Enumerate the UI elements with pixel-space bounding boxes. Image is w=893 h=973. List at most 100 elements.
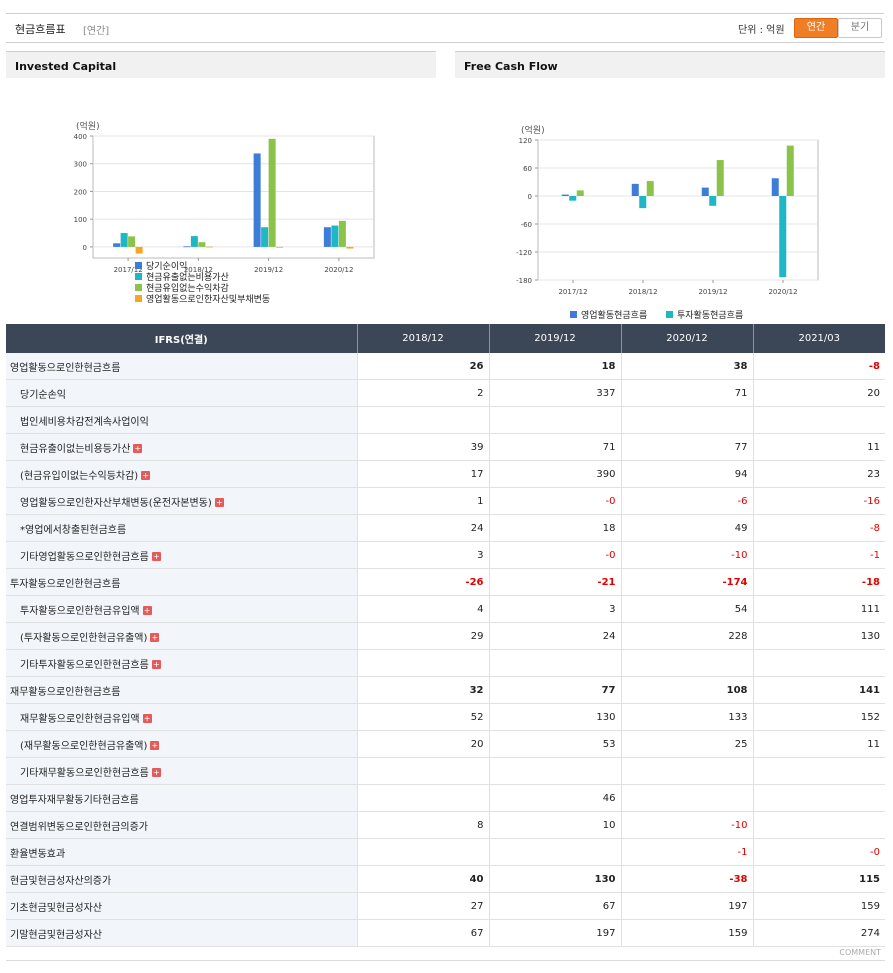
value-cell bbox=[488, 757, 621, 785]
value-cell bbox=[488, 649, 621, 677]
bar bbox=[183, 246, 191, 248]
bar bbox=[323, 227, 331, 247]
y-tick-label: -120 bbox=[516, 249, 532, 257]
value-cell: -8 bbox=[752, 353, 885, 380]
value-cell: -1 bbox=[752, 541, 885, 569]
bar bbox=[113, 243, 121, 247]
value-cell: 20 bbox=[752, 379, 885, 407]
value-cell: 2 bbox=[356, 379, 489, 407]
expand-plus-icon[interactable]: + bbox=[133, 444, 143, 453]
expand-plus-icon[interactable]: + bbox=[150, 741, 160, 750]
value-cell: 39 bbox=[356, 433, 489, 461]
table-row: 현금및현금성자산의증가 40 130 -38 115 bbox=[6, 865, 885, 893]
bar bbox=[261, 227, 269, 247]
legend-label: 영업활동으로인한자산및부채변동 bbox=[146, 293, 270, 305]
expand-plus-icon[interactable]: + bbox=[151, 552, 161, 561]
value-cell: -174 bbox=[620, 568, 753, 596]
row-label: 투자활동으로인한현금흐름 bbox=[6, 568, 357, 596]
value-cell: 115 bbox=[752, 865, 885, 893]
bar bbox=[346, 246, 354, 249]
expand-plus-icon[interactable]: + bbox=[141, 471, 151, 480]
value-cell: 130 bbox=[488, 703, 621, 731]
unit-label: 단위 : 억원 bbox=[738, 25, 785, 36]
tab-annual[interactable]: 연간 bbox=[794, 18, 838, 38]
row-label-text: 기초현금및현금성자산 bbox=[10, 902, 102, 914]
legend-label: 현금유입없는수익차감 bbox=[146, 282, 229, 294]
x-tick-label: 2017/12 bbox=[558, 288, 587, 296]
value-cell: 71 bbox=[620, 379, 753, 407]
value-cell: 3 bbox=[356, 541, 489, 569]
value-cell: 10 bbox=[488, 811, 621, 839]
value-cell: 27 bbox=[356, 892, 489, 920]
row-label: 현금유출이없는비용등가산 + bbox=[6, 433, 357, 461]
row-label-text: 법인세비용차감전계속사업이익 bbox=[20, 416, 149, 428]
legend-label: 투자활동현금흐름 bbox=[677, 309, 743, 321]
value-cell: 71 bbox=[488, 433, 621, 461]
bar bbox=[561, 194, 569, 196]
value-cell bbox=[752, 811, 885, 839]
value-cell: -1 bbox=[620, 838, 753, 866]
row-label: 기타재무활동으로인한현금흐름 + bbox=[6, 757, 357, 785]
expand-plus-icon[interactable]: + bbox=[214, 498, 224, 507]
y-tick-label: -180 bbox=[516, 277, 532, 285]
value-cell: 94 bbox=[620, 460, 753, 488]
free-cash-flow-chart: (억원)120 60 0 -60 -120 -180 2017/12 2018/12 2019/… bbox=[516, 124, 819, 321]
value-cell: 67 bbox=[356, 919, 489, 947]
row-label: (현금유입이없는수익등차감) + bbox=[6, 460, 357, 488]
value-cell: 49 bbox=[620, 514, 753, 542]
expand-plus-icon[interactable]: + bbox=[151, 768, 161, 777]
bar bbox=[701, 187, 709, 196]
bar bbox=[190, 236, 198, 247]
legend-swatch bbox=[570, 311, 577, 318]
bar bbox=[331, 225, 339, 247]
value-cell: 197 bbox=[488, 919, 621, 947]
value-cell: 53 bbox=[488, 730, 621, 758]
comment-toggle[interactable]: COMMENT bbox=[839, 948, 881, 957]
x-tick-label: 2020/12 bbox=[324, 266, 353, 274]
statement-header-bar: 현금흐름표 [연간] 단위 : 억원 연간 분기 bbox=[6, 13, 884, 43]
bar bbox=[569, 196, 577, 201]
value-cell: 40 bbox=[356, 865, 489, 893]
invested-capital-chart: (억원)40030020010002017/12 2018/12 2019/12 20… bbox=[74, 120, 375, 305]
bar bbox=[576, 190, 584, 196]
value-cell: 390 bbox=[488, 460, 621, 488]
value-cell bbox=[620, 757, 753, 785]
row-label-text: 기타재무활동으로인한현금흐름 bbox=[20, 767, 149, 779]
row-label-text: 재무활동으로인한현금흐름 bbox=[10, 686, 121, 698]
value-cell: 197 bbox=[620, 892, 753, 920]
y-tick-label: 100 bbox=[74, 216, 87, 224]
table-row: 당기순손익 2 337 71 20 bbox=[6, 379, 885, 407]
bar bbox=[198, 242, 206, 247]
table-row: (재무활동으로인한현금유출액) +20 53 25 11 bbox=[6, 730, 885, 758]
value-cell bbox=[356, 406, 489, 434]
legend-swatch bbox=[135, 262, 142, 269]
bar bbox=[786, 145, 794, 196]
table-row: 투자활동으로인한현금유입액 +4 3 54 111 bbox=[6, 595, 885, 623]
expand-plus-icon[interactable]: + bbox=[142, 714, 152, 723]
value-cell: 152 bbox=[752, 703, 885, 731]
value-cell: 11 bbox=[752, 433, 885, 461]
row-label-text: 현금및현금성자산의증가 bbox=[10, 875, 112, 887]
legend-swatch bbox=[135, 273, 142, 280]
row-label-text: *영업에서창출된현금흐름 bbox=[20, 524, 127, 536]
expand-plus-icon[interactable]: + bbox=[150, 633, 160, 642]
table-row: 현금유출이없는비용등가산 +39 71 77 11 bbox=[6, 433, 885, 461]
table-row: 연결범위변동으로인한현금의증가 8 10 -10 bbox=[6, 811, 885, 839]
row-label: (재무활동으로인한현금유출액) + bbox=[6, 730, 357, 758]
expand-plus-icon[interactable]: + bbox=[142, 606, 152, 615]
value-cell: 11 bbox=[752, 730, 885, 758]
row-label: 법인세비용차감전계속사업이익 bbox=[6, 406, 357, 434]
chart-title: Free Cash Flow bbox=[464, 60, 558, 73]
bar bbox=[771, 178, 779, 196]
column-header: IFRS(연결) bbox=[6, 324, 357, 353]
tab-quarterly[interactable]: 분기 bbox=[838, 18, 882, 38]
column-header: 2019/12 bbox=[488, 324, 621, 353]
y-tick-label: 60 bbox=[523, 165, 532, 173]
value-cell bbox=[356, 784, 489, 812]
value-cell: 18 bbox=[488, 514, 621, 542]
x-tick-label: 2020/12 bbox=[768, 288, 797, 296]
value-cell bbox=[356, 757, 489, 785]
table-row: 기타영업활동으로인한현금흐름 +3 -0 -10 -1 bbox=[6, 541, 885, 569]
row-label-text: 투자활동으로인한현금유입액 bbox=[20, 605, 140, 617]
expand-plus-icon[interactable]: + bbox=[151, 660, 161, 669]
